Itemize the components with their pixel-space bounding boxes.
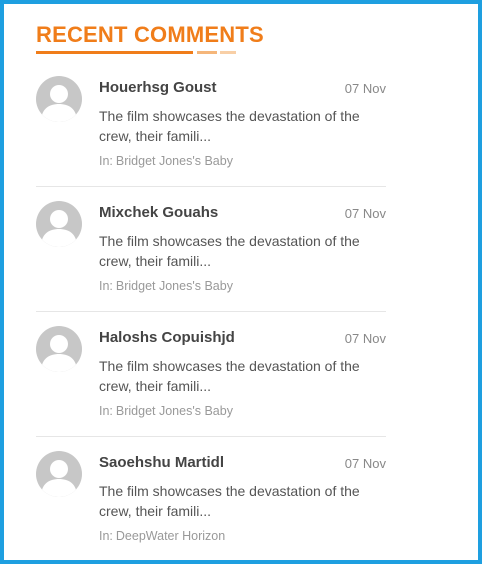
post-title-link[interactable]: Bridget Jones's Baby bbox=[116, 404, 233, 418]
title-underline bbox=[36, 51, 236, 54]
comment-author-link[interactable]: Haloshs Copuishjd bbox=[99, 329, 235, 346]
avatar-icon[interactable] bbox=[36, 76, 82, 122]
widget-title: RECENT COMMENTS bbox=[36, 22, 264, 47]
comment-post: In: DeepWater Horizon bbox=[99, 529, 225, 543]
title-underline-main bbox=[36, 51, 193, 54]
comment-excerpt-link[interactable]: The film showcases the devastation of th… bbox=[99, 231, 389, 271]
post-prefix: In: bbox=[99, 154, 113, 168]
recent-comments-widget: RECENT COMMENTS Houerhsg Goust 07 Nov Th… bbox=[0, 0, 482, 564]
comment-date: 07 Nov bbox=[344, 206, 386, 221]
comment-list: Houerhsg Goust 07 Nov The film showcases… bbox=[36, 62, 386, 562]
comment-post: In: Bridget Jones's Baby bbox=[99, 154, 233, 168]
avatar-icon[interactable] bbox=[36, 201, 82, 247]
avatar-icon[interactable] bbox=[36, 326, 82, 372]
comment-item: Houerhsg Goust 07 Nov The film showcases… bbox=[36, 62, 386, 187]
post-prefix: In: bbox=[99, 404, 113, 418]
comment-item: Mixchek Gouahs 07 Nov The film showcases… bbox=[36, 187, 386, 312]
comment-excerpt-link[interactable]: The film showcases the devastation of th… bbox=[99, 481, 389, 521]
comment-post: In: Bridget Jones's Baby bbox=[99, 404, 233, 418]
comment-author-link[interactable]: Mixchek Gouahs bbox=[99, 204, 218, 221]
comment-item: Haloshs Copuishjd 07 Nov The film showca… bbox=[36, 312, 386, 437]
comment-excerpt-link[interactable]: The film showcases the devastation of th… bbox=[99, 356, 389, 396]
comment-date: 07 Nov bbox=[344, 456, 386, 471]
avatar-icon[interactable] bbox=[36, 451, 82, 497]
comment-author-link[interactable]: Houerhsg Goust bbox=[99, 79, 217, 96]
comment-date: 07 Nov bbox=[344, 81, 386, 96]
comment-item: Saoehshu Martidl 07 Nov The film showcas… bbox=[36, 437, 386, 562]
post-title-link[interactable]: Bridget Jones's Baby bbox=[116, 279, 233, 293]
post-prefix: In: bbox=[99, 279, 113, 293]
post-title-link[interactable]: DeepWater Horizon bbox=[116, 529, 225, 543]
comment-post: In: Bridget Jones's Baby bbox=[99, 279, 233, 293]
comment-excerpt-link[interactable]: The film showcases the devastation of th… bbox=[99, 106, 389, 146]
title-underline-dash bbox=[220, 51, 236, 54]
post-title-link[interactable]: Bridget Jones's Baby bbox=[116, 154, 233, 168]
comment-author-link[interactable]: Saoehshu Martidl bbox=[99, 454, 224, 471]
post-prefix: In: bbox=[99, 529, 113, 543]
comment-date: 07 Nov bbox=[344, 331, 386, 346]
title-underline-dash bbox=[197, 51, 217, 54]
